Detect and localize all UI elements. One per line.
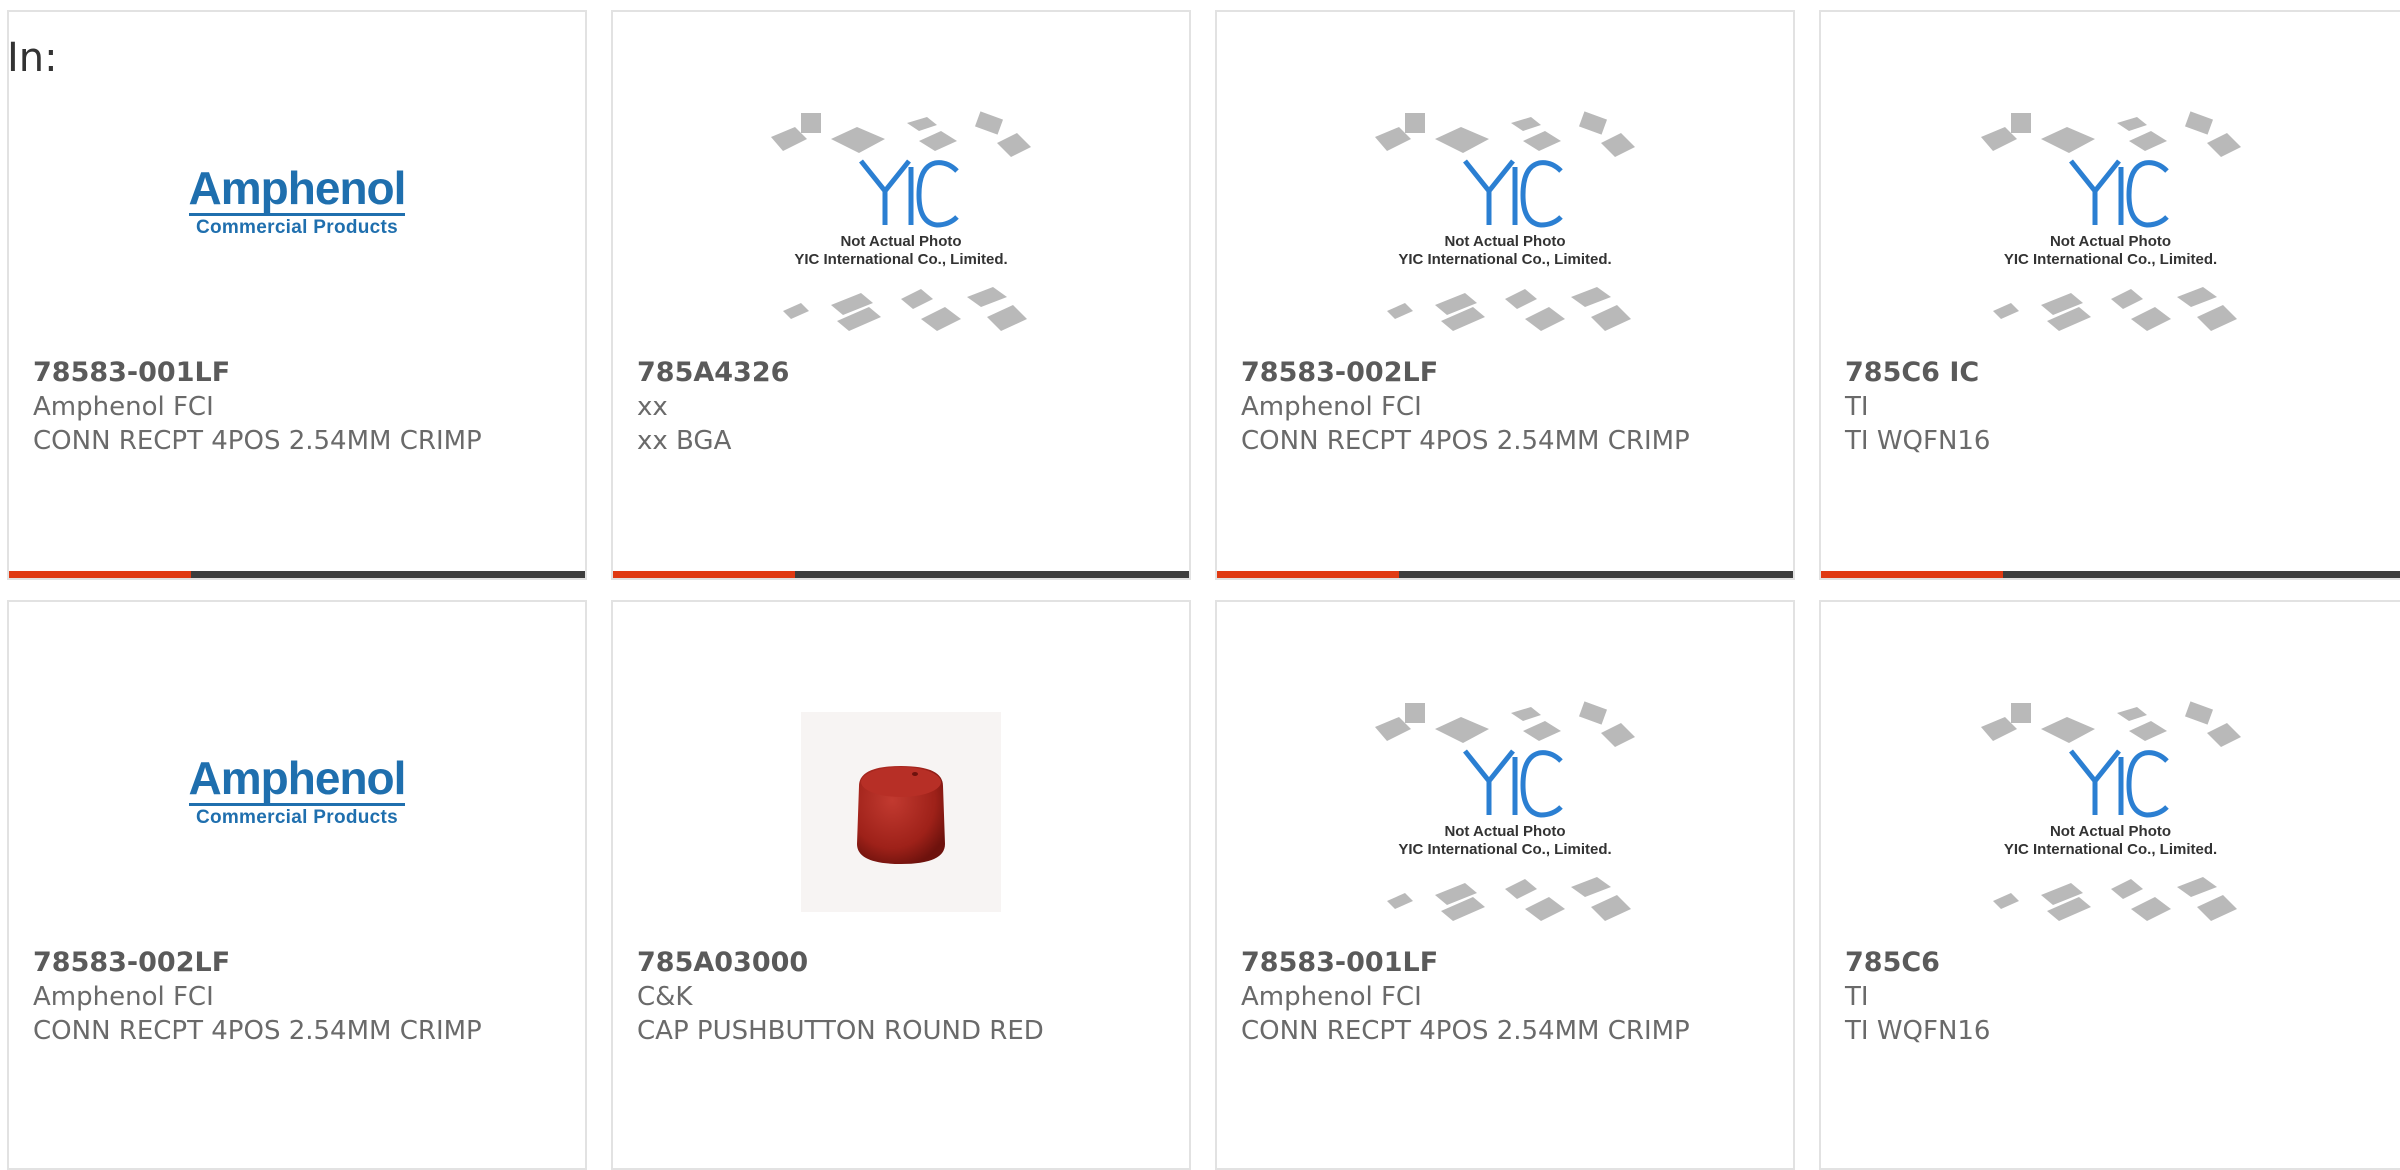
card-bar	[1821, 571, 2400, 578]
card-bar	[613, 571, 1189, 578]
product-image[interactable]: Not Actual Photo YIC International Co., …	[1821, 92, 2400, 352]
part-number[interactable]: 785C6 IC	[1845, 356, 2384, 390]
part-number[interactable]: 78583-001LF	[33, 356, 569, 390]
amphenol-logo: Amphenol Commercial Products	[188, 161, 406, 238]
description: CAP PUSHBUTTON ROUND RED	[637, 1016, 1044, 1046]
manufacturer: TI	[1845, 392, 1869, 422]
part-number[interactable]: 78583-002LF	[1241, 356, 1777, 390]
product-card[interactable]: Not Actual Photo YIC International Co., …	[1819, 10, 2400, 580]
description: TI WQFN16	[1845, 1016, 1991, 1046]
not-actual-photo-image: Not Actual Photo YIC International Co., …	[761, 97, 1041, 347]
product-image[interactable]: Not Actual Photo YIC International Co., …	[1217, 682, 1793, 942]
product-image[interactable]: Amphenol Commercial Products	[9, 92, 585, 352]
description: CONN RECPT 4POS 2.54MM CRIMP	[33, 426, 482, 456]
product-image[interactable]: Not Actual Photo YIC International Co., …	[1821, 682, 2400, 942]
in-label: In:	[7, 35, 58, 81]
manufacturer: Amphenol FCI	[33, 392, 214, 422]
part-number[interactable]: 78583-001LF	[1241, 946, 1777, 980]
manufacturer: xx	[637, 392, 668, 422]
description: xx BGA	[637, 426, 732, 456]
product-card[interactable]: Not Actual Photo YIC International Co., …	[1819, 600, 2400, 1170]
description: CONN RECPT 4POS 2.54MM CRIMP	[1241, 426, 1690, 456]
card-bar	[9, 571, 585, 578]
product-image[interactable]: Not Actual Photo YIC International Co., …	[1217, 92, 1793, 352]
description: TI WQFN16	[1845, 426, 1991, 456]
product-card[interactable]: Amphenol Commercial Products 78583-001LF…	[7, 10, 587, 580]
product-card[interactable]: Not Actual Photo YIC International Co., …	[1215, 600, 1795, 1170]
product-image[interactable]: Not Actual Photo YIC International Co., …	[613, 92, 1189, 352]
product-card[interactable]: Not Actual Photo YIC International Co., …	[1215, 10, 1795, 580]
product-card[interactable]: Not Actual Photo YIC International Co., …	[611, 10, 1191, 580]
not-actual-photo-image: Not Actual Photo YIC International Co., …	[1971, 687, 2251, 937]
manufacturer: Amphenol FCI	[1241, 982, 1422, 1012]
product-grid: Amphenol Commercial Products 78583-001LF…	[0, 0, 2400, 1170]
product-image[interactable]: Amphenol Commercial Products	[9, 682, 585, 942]
part-number[interactable]: 785C6	[1845, 946, 2384, 980]
description: CONN RECPT 4POS 2.54MM CRIMP	[1241, 1016, 1690, 1046]
part-number[interactable]: 78583-002LF	[33, 946, 569, 980]
card-bar	[1217, 571, 1793, 578]
amphenol-logo: Amphenol Commercial Products	[188, 751, 406, 828]
manufacturer: Amphenol FCI	[1241, 392, 1422, 422]
product-card[interactable]: 785A03000 C&K CAP PUSHBUTTON ROUND RED	[611, 600, 1191, 1170]
product-image[interactable]	[613, 682, 1189, 942]
manufacturer: TI	[1845, 982, 1869, 1012]
manufacturer: C&K	[637, 982, 693, 1012]
manufacturer: Amphenol FCI	[33, 982, 214, 1012]
not-actual-photo-image: Not Actual Photo YIC International Co., …	[1365, 97, 1645, 347]
product-card[interactable]: Amphenol Commercial Products 78583-002LF…	[7, 600, 587, 1170]
red-cap-photo	[801, 712, 1001, 912]
description: CONN RECPT 4POS 2.54MM CRIMP	[33, 1016, 482, 1046]
part-number[interactable]: 785A03000	[637, 946, 1173, 980]
not-actual-photo-image: Not Actual Photo YIC International Co., …	[1971, 97, 2251, 347]
part-number[interactable]: 785A4326	[637, 356, 1173, 390]
not-actual-photo-image: Not Actual Photo YIC International Co., …	[1365, 687, 1645, 937]
